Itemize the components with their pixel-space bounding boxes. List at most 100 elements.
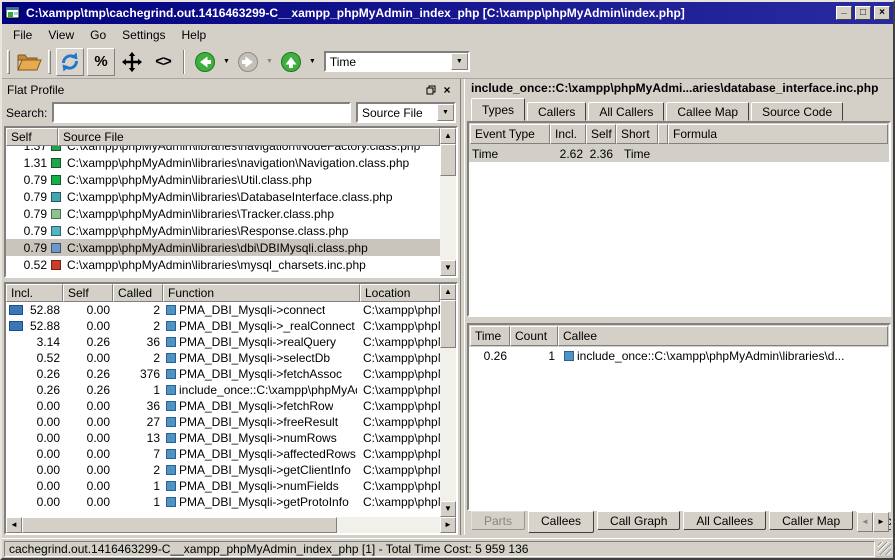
column-header-count[interactable]: Count	[510, 326, 558, 346]
detail-bottom-tab[interactable]: Parts	[471, 511, 525, 530]
function-row[interactable]: 0.00 0.00 2 PMA_DBI_Mysqli->getClientInf…	[6, 462, 440, 478]
dock-header[interactable]: Flat Profile ×	[4, 80, 458, 99]
column-header-self[interactable]: Self	[63, 284, 113, 302]
source-list-vscrollbar[interactable]: ▲ ▼	[440, 128, 456, 276]
function-list-hscrollbar[interactable]: ◄ ►	[6, 517, 456, 533]
function-row[interactable]: 0.26 0.26 1 include_once::C:\xampp\phpMy…	[6, 382, 440, 398]
expand-areas-button[interactable]	[118, 48, 146, 76]
detail-tab[interactable]: Callers	[527, 102, 586, 121]
column-header-event-type[interactable]: Event Type	[470, 124, 550, 144]
tab-scroll-left-icon[interactable]: ◄	[857, 512, 873, 532]
function-row[interactable]: 0.26 0.26 376 PMA_DBI_Mysqli->fetchAssoc…	[6, 366, 440, 382]
grouping-combobox[interactable]: Source File ▼	[356, 102, 456, 123]
column-header-location[interactable]: Location	[360, 284, 440, 302]
source-file-row[interactable]: 0.52 C:\xampp\phpMyAdmin\libraries\user_…	[6, 273, 440, 276]
menu-item[interactable]: File	[5, 26, 40, 44]
menu-item[interactable]: Help	[174, 26, 215, 44]
percent-toggle-button[interactable]: %	[87, 48, 115, 76]
open-file-button[interactable]	[15, 48, 43, 76]
cost-bar-icon	[9, 369, 23, 379]
toolbar-drag-handle[interactable]	[48, 50, 51, 74]
move-arrows-icon	[121, 51, 143, 73]
event-type-row[interactable]: Time 2.62 2.36 Time	[469, 145, 889, 162]
function-row[interactable]: 0.00 0.00 13 PMA_DBI_Mysqli->numRows C:\…	[6, 430, 440, 446]
search-input[interactable]	[52, 102, 351, 123]
detail-tab[interactable]: All Callers	[588, 102, 664, 121]
resize-grip[interactable]	[878, 542, 891, 555]
source-file-row[interactable]: 0.79 C:\xampp\phpMyAdmin\libraries\Track…	[6, 205, 440, 222]
function-name: PMA_DBI_Mysqli->getClientInfo	[179, 463, 351, 477]
shorten-templates-button[interactable]: <>	[149, 48, 177, 76]
detail-tab[interactable]: Source Code	[751, 102, 843, 121]
function-row[interactable]: 0.52 0.00 2 PMA_DBI_Mysqli->selectDb C:\…	[6, 350, 440, 366]
source-file-row[interactable]: 1.37 C:\xampp\phpMyAdmin\libraries\navig…	[6, 146, 440, 154]
column-header-incl[interactable]: Incl.	[550, 124, 586, 144]
combobox-dropdown-icon[interactable]: ▼	[437, 104, 454, 121]
toolbar-drag-handle[interactable]	[7, 50, 10, 74]
source-list-header: Self Source File	[6, 128, 440, 146]
event-type-combobox[interactable]: Time ▼	[324, 51, 470, 72]
dock-close-icon[interactable]: ×	[439, 82, 455, 97]
function-list-vscrollbar[interactable]: ▲ ▼	[440, 284, 456, 517]
scroll-up-icon[interactable]: ▲	[440, 128, 456, 144]
up-button[interactable]	[277, 48, 305, 76]
source-file-row[interactable]: 0.79 C:\xampp\phpMyAdmin\libraries\Datab…	[6, 188, 440, 205]
function-row[interactable]: 52.88 0.00 2 PMA_DBI_Mysqli->_realConnec…	[6, 318, 440, 334]
detail-bottom-tab[interactable]: All Callees	[683, 511, 766, 530]
back-dropdown-caret[interactable]: ▼	[223, 58, 230, 65]
detail-bottom-tab[interactable]: Callees	[528, 511, 594, 533]
column-header-self[interactable]: Self	[6, 128, 58, 146]
event-types-table: Event Type Incl. Self Short Formula Time…	[467, 121, 891, 317]
detail-tab[interactable]: Callee Map	[666, 102, 749, 121]
close-button[interactable]: ×	[874, 6, 890, 20]
column-header-time[interactable]: Time	[470, 326, 510, 346]
scroll-down-icon[interactable]: ▼	[440, 260, 456, 276]
back-button[interactable]	[191, 48, 219, 76]
scrollbar-thumb[interactable]	[440, 300, 456, 348]
up-dropdown-caret[interactable]: ▼	[309, 58, 316, 65]
scrollbar-thumb[interactable]	[440, 144, 456, 176]
scroll-up-icon[interactable]: ▲	[440, 284, 456, 300]
source-file-row[interactable]: 1.31 C:\xampp\phpMyAdmin\libraries\navig…	[6, 154, 440, 171]
function-icon	[166, 337, 176, 347]
column-header-source-file[interactable]: Source File	[58, 128, 440, 146]
scroll-left-icon[interactable]: ◄	[6, 517, 22, 533]
combobox-dropdown-icon[interactable]: ▼	[451, 53, 468, 70]
source-file-row[interactable]: 0.79 C:\xampp\phpMyAdmin\libraries\Respo…	[6, 222, 440, 239]
refresh-cycle-icon	[59, 51, 81, 73]
function-row[interactable]: 52.88 0.00 2 PMA_DBI_Mysqli->connect C:\…	[6, 302, 440, 318]
detail-bottom-tab[interactable]: Caller Map	[769, 511, 853, 530]
scroll-right-icon[interactable]: ►	[440, 517, 456, 533]
column-header-incl[interactable]: Incl.	[6, 284, 63, 302]
source-file-row[interactable]: 0.79 C:\xampp\phpMyAdmin\libraries\Util.…	[6, 171, 440, 188]
source-file-row[interactable]: 0.79 C:\xampp\phpMyAdmin\libraries\dbi\D…	[6, 239, 440, 256]
menu-item[interactable]: Go	[82, 26, 114, 44]
maximize-button[interactable]: □	[855, 6, 871, 20]
cycle-relative-button[interactable]	[56, 48, 84, 76]
column-header-function[interactable]: Function	[163, 284, 360, 302]
dock-float-icon[interactable]	[423, 82, 439, 97]
source-file-row[interactable]: 0.52 C:\xampp\phpMyAdmin\libraries\mysql…	[6, 256, 440, 273]
detail-tab[interactable]: Types	[471, 98, 525, 121]
minimize-button[interactable]: _	[836, 6, 852, 20]
title-bar[interactable]: C:\xampp\tmp\cachegrind.out.1416463299-C…	[2, 2, 893, 24]
column-header-callee[interactable]: Callee	[558, 326, 888, 346]
scrollbar-thumb[interactable]	[22, 517, 337, 533]
callee-row[interactable]: 0.26 1 include_once::C:\xampp\phpMyAdmin…	[469, 347, 889, 364]
menu-item[interactable]: View	[40, 26, 82, 44]
menu-item[interactable]: Settings	[114, 26, 173, 44]
column-header-formula[interactable]: Formula	[668, 124, 888, 144]
detail-bottom-tab[interactable]: Call Graph	[597, 511, 680, 530]
function-row[interactable]: 0.00 0.00 27 PMA_DBI_Mysqli->freeResult …	[6, 414, 440, 430]
function-location: C:\xampp\phpMyA	[360, 479, 440, 493]
function-row[interactable]: 0.00 0.00 1 PMA_DBI_Mysqli->numFields C:…	[6, 478, 440, 494]
function-row[interactable]: 3.14 0.26 36 PMA_DBI_Mysqli->realQuery C…	[6, 334, 440, 350]
function-row[interactable]: 0.00 0.00 7 PMA_DBI_Mysqli->affectedRows…	[6, 446, 440, 462]
column-header-short[interactable]: Short	[616, 124, 658, 144]
scroll-down-icon[interactable]: ▼	[440, 501, 456, 517]
function-row[interactable]: 0.00 0.00 36 PMA_DBI_Mysqli->fetchRow C:…	[6, 398, 440, 414]
tab-scroll-right-icon[interactable]: ►	[873, 512, 889, 532]
column-header-called[interactable]: Called	[113, 284, 163, 302]
function-row[interactable]: 0.00 0.00 1 PMA_DBI_Mysqli->getProtoInfo…	[6, 494, 440, 510]
column-header-self[interactable]: Self	[586, 124, 616, 144]
